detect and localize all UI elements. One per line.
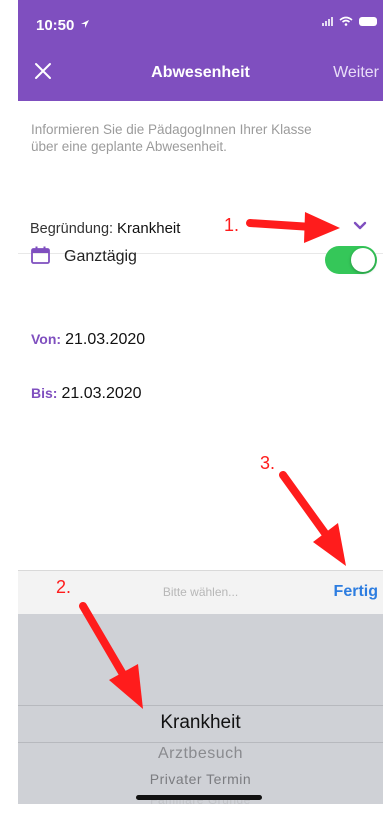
annotation-arrow-3 — [279, 471, 346, 566]
annotation-arrow-1 — [246, 212, 340, 243]
annotation-arrow-2 — [79, 602, 143, 709]
screen: 10:50 Abwesenheit Weiter Informieren Sie… — [0, 0, 383, 825]
annotation-arrows — [79, 212, 346, 709]
